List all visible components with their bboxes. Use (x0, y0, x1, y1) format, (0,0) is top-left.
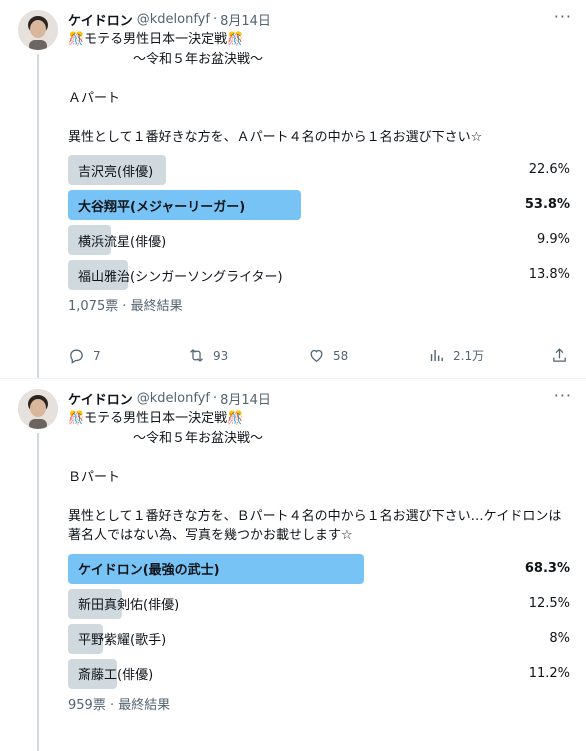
thread-line (37, 433, 39, 751)
retweet-button[interactable]: 93 (188, 347, 248, 364)
tweet-body: 🎊モテる男性日本一決定戦🎊 ～令和５年お盆決戦～ Ａパート 異性として１番好きな… (68, 32, 483, 145)
poll: 吉沢亮(俳優) 22.6% 大谷翔平(メジャーリーガー) 53.8% 横浜流星(… (68, 155, 572, 290)
poll-option-label: 斎藤工(俳優) (78, 668, 154, 683)
reply-icon (70, 349, 83, 364)
poll-option-percent: 68.3% (524, 560, 570, 576)
poll-option-label: ケイドロン(最強の武士) (78, 563, 220, 578)
poll-option-percent: 9.9% (536, 232, 570, 247)
poll: ケイドロン(最強の武士) 68.3% 新田真剣佑(俳優) 12.5% 平野紫耀(… (68, 553, 572, 689)
separator: · (212, 11, 218, 27)
tweet-header: ケイドロン @kdelonfyf · 8月14日 (68, 8, 572, 30)
poll-meta: 1,075票 · 最終結果 (68, 299, 183, 314)
tweet-body: 🎊モテる男性日本一決定戦🎊 ～令和５年お盆決戦～ Ｂパート 異性として１番好きな… (68, 411, 562, 543)
tweet-b[interactable]: ケイドロン @kdelonfyf · 8月14日 ··· 🎊モテる男性日本一決定… (0, 378, 586, 751)
author-handle[interactable]: @kdelonfyf (137, 12, 210, 27)
poll-option: 平野紫耀(歌手) 8% (68, 623, 572, 654)
author-handle[interactable]: @kdelonfyf (137, 391, 210, 406)
tweet-date[interactable]: 8月14日 (220, 389, 271, 408)
poll-option: 横浜流星(俳優) 9.9% (68, 225, 572, 255)
heart-icon (310, 349, 323, 362)
more-dots-icon[interactable]: ··· (554, 388, 572, 404)
poll-option-label: 横浜流星(俳優) (78, 234, 167, 250)
poll-option-label: 大谷翔平(メジャーリーガー) (78, 199, 246, 215)
reply-count: 7 (93, 348, 101, 363)
avatar[interactable] (18, 10, 58, 50)
author-name[interactable]: ケイドロン (68, 10, 133, 29)
reply-button[interactable]: 7 (68, 347, 128, 364)
poll-option-percent: 13.8% (528, 267, 570, 282)
poll-option: 福山雅治(シンガーソングライター) 13.8% (68, 260, 572, 290)
poll-option: 大谷翔平(メジャーリーガー) 53.8% (68, 190, 572, 220)
retweet-icon (190, 349, 203, 362)
poll-option-label: 福山雅治(シンガーソングライター) (78, 269, 283, 285)
views-bar-chart-icon (430, 349, 443, 362)
tweet-date[interactable]: 8月14日 (220, 10, 271, 29)
poll-option: 新田真剣佑(俳優) 12.5% (68, 588, 572, 619)
author-name[interactable]: ケイドロン (68, 389, 133, 408)
views-button[interactable]: 2.1万 (428, 347, 488, 364)
poll-option-label: 吉沢亮(俳優) (78, 164, 154, 180)
share-button[interactable] (548, 347, 568, 364)
poll-option: 斎藤工(俳優) 11.2% (68, 658, 572, 689)
action-bar: 7 93 58 2.1万 (68, 347, 568, 364)
view-count: 2.1万 (453, 349, 485, 363)
poll-option-percent: 53.8% (524, 197, 570, 212)
separator: · (212, 390, 218, 406)
poll-option-label: 新田真剣佑(俳優) (78, 598, 180, 613)
poll-option-label: 平野紫耀(歌手) (78, 633, 167, 648)
tweet-header: ケイドロン @kdelonfyf · 8月14日 (68, 387, 572, 409)
poll-option-percent: 11.2% (528, 665, 570, 681)
poll-option-percent: 22.6% (528, 162, 570, 177)
poll-meta: 959票 · 最終結果 (68, 697, 171, 713)
poll-option-percent: 8% (549, 630, 570, 646)
poll-option: ケイドロン(最強の武士) 68.3% (68, 553, 572, 584)
more-dots-icon[interactable]: ··· (554, 9, 572, 25)
retweet-count: 93 (213, 348, 229, 363)
poll-option-percent: 12.5% (528, 595, 570, 611)
poll-option: 吉沢亮(俳優) 22.6% (68, 155, 572, 185)
thread-line (37, 54, 39, 378)
share-icon (553, 348, 566, 362)
tweet-a[interactable]: ケイドロン @kdelonfyf · 8月14日 ··· 🎊モテる男性日本一決定… (0, 0, 586, 378)
like-button[interactable]: 58 (308, 347, 368, 364)
avatar[interactable] (18, 389, 58, 429)
like-count: 58 (333, 348, 349, 363)
